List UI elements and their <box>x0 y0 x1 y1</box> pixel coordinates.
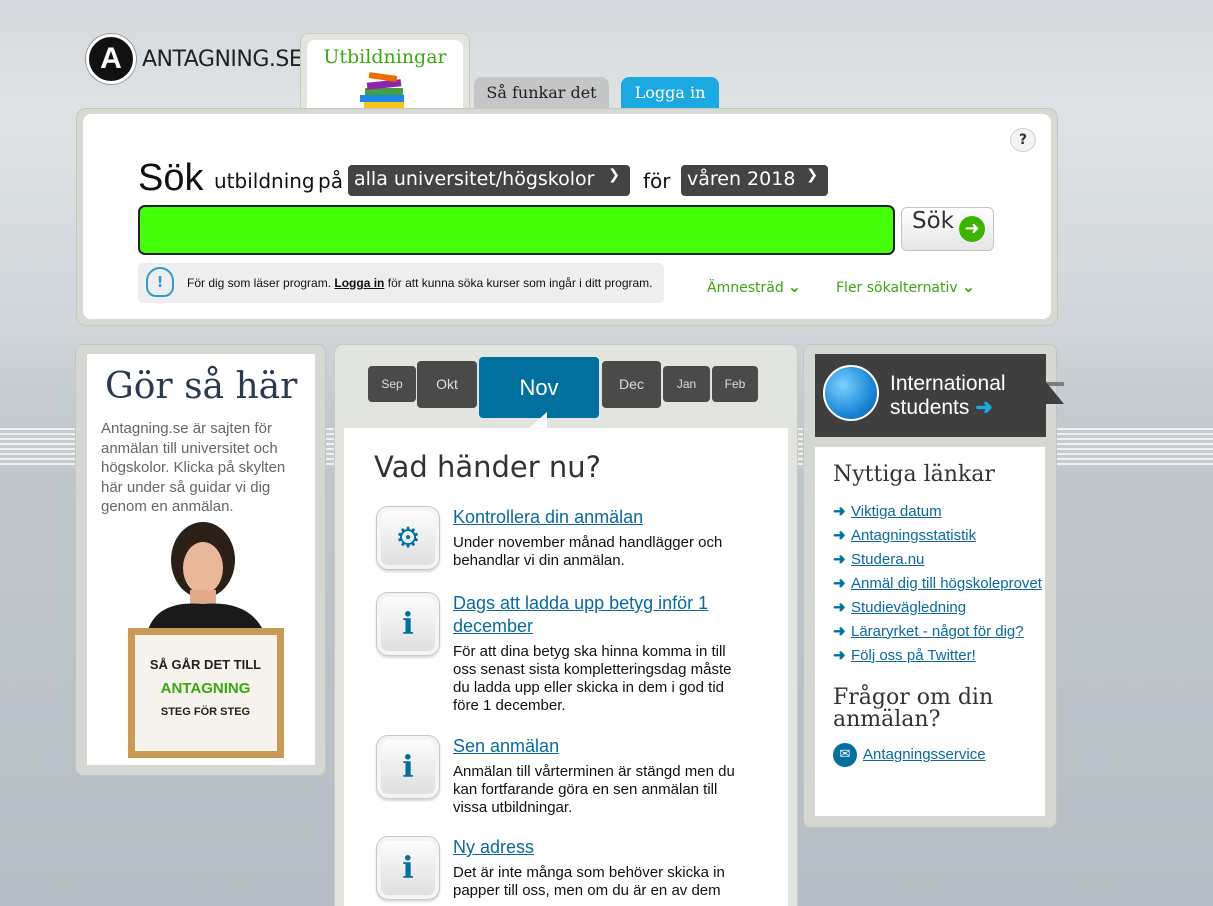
more-options-toggle[interactable]: Fler sökalternativ ⌄ <box>836 277 975 296</box>
chevron-down-icon: ❯ <box>806 167 818 183</box>
chevron-down-icon: ⌄ <box>787 277 802 296</box>
tab-utbildningar-inner: Utbildningar <box>307 40 463 124</box>
chevron-down-icon: ❯ <box>608 167 620 183</box>
term-select-value: våren 2018 <box>687 168 796 190</box>
event-description: Det är inte många som behöver skicka in … <box>453 864 725 899</box>
search-word-for: för <box>643 169 671 193</box>
question-icon[interactable]: ? <box>1010 128 1036 152</box>
event-description: För att dina betyg ska hinna komma in ti… <box>453 643 732 714</box>
month-tab-sep[interactable]: Sep <box>368 366 416 402</box>
event-title-link[interactable]: Sen anmälan <box>453 735 753 758</box>
intl-line-2-wrap: students ➜ <box>890 396 1006 420</box>
event-title-link[interactable]: Ny adress <box>453 836 753 859</box>
list-item: ➜ Studievägledning <box>833 595 1042 619</box>
arrow-right-icon: ➜ <box>833 575 846 592</box>
link-antagningsstatistik[interactable]: Antagningsstatistik <box>851 527 976 544</box>
month-tab-jan[interactable]: Jan <box>663 366 710 402</box>
selected-month-pointer <box>527 412 547 430</box>
logo-mark: A <box>86 34 136 84</box>
link-twitter[interactable]: Följ oss på Twitter! <box>851 647 976 664</box>
list-item: ➜ Viktiga datum <box>833 499 1042 523</box>
program-info-text: För dig som läser program. Logga in för … <box>187 276 653 290</box>
list-item: ➜ Studera.nu <box>833 547 1042 571</box>
search-heading: Sök <box>138 157 204 199</box>
tab-utbildningar-label: Utbildningar <box>323 46 447 68</box>
program-info-box: ! För dig som läser program. Logga in fö… <box>138 263 664 303</box>
info-text-after: för att kunna söka kurser som ingår i di… <box>387 276 653 290</box>
month-tab-dec[interactable]: Dec <box>602 361 661 408</box>
intl-line-1: International <box>890 372 1006 395</box>
info-text-before: För dig som läser program. <box>187 276 332 290</box>
arrow-right-icon: ➜ <box>833 623 846 640</box>
intl-line-2: students <box>890 396 970 419</box>
info-login-link[interactable]: Logga in <box>334 276 384 290</box>
list-item: ➜ Antagningsstatistik <box>833 523 1042 547</box>
arrow-right-icon: ➜ <box>833 599 846 616</box>
globe-icon <box>823 365 879 421</box>
gears-icon: ⚙ <box>376 506 440 570</box>
term-select[interactable]: våren 2018 ❯ <box>681 165 828 196</box>
arrow-right-icon: ➜ <box>833 647 846 664</box>
link-lararyrket[interactable]: Läraryrket - något för dig? <box>851 623 1024 640</box>
useful-links-list: ➜ Viktiga datum ➜ Antagningsstatistik ➜ Stu… <box>833 499 1042 667</box>
info-icon: i <box>376 592 440 656</box>
event-description: Anmälan till vårterminen är stängd men d… <box>453 763 735 816</box>
banner-fold-shadow <box>1046 382 1064 404</box>
arrow-right-icon: ➜ <box>833 551 846 568</box>
search-button[interactable]: Sök ➜ <box>901 207 994 251</box>
search-button-label: Sök <box>912 208 954 234</box>
person-holding-sign-icon <box>128 522 284 758</box>
link-studera-nu[interactable]: Studera.nu <box>851 551 924 568</box>
antagningsservice-link[interactable]: Antagningsservice <box>863 746 986 763</box>
international-students-banner[interactable]: International students ➜ <box>815 354 1046 437</box>
event-title-link[interactable]: Kontrollera din anmälan <box>453 506 753 529</box>
site-logo[interactable]: A ANTAGNING.SE <box>86 34 303 84</box>
chevron-down-icon: ⌄ <box>961 277 976 296</box>
arrow-right-icon: ➜ <box>833 527 846 544</box>
link-viktiga-datum[interactable]: Viktiga datum <box>851 503 942 520</box>
search-word-utbildning: utbildning <box>214 169 315 193</box>
questions-title: Frågor om din anmälan? <box>833 685 994 732</box>
sign-line-2: ANTAGNING <box>160 680 251 697</box>
how-to-text: Antagning.se är sajten för anmälan till … <box>101 420 286 515</box>
search-input[interactable] <box>138 205 895 255</box>
arrow-right-icon: ➜ <box>833 503 846 520</box>
link-studievagledning[interactable]: Studievägledning <box>851 599 966 616</box>
arrow-right-icon: ➜ <box>959 216 985 242</box>
university-select-value: alla universitet/högskolor <box>354 168 595 190</box>
month-tab-okt[interactable]: Okt <box>417 361 477 408</box>
international-students-text: International students ➜ <box>890 372 1006 420</box>
tab-utbildningar[interactable]: Utbildningar <box>300 33 470 124</box>
useful-links-title: Nyttiga länkar <box>833 462 995 487</box>
event-description: Under november månad handlägger och beha… <box>453 534 723 569</box>
info-icon: i <box>376 836 440 900</box>
link-hogskoleprovet[interactable]: Anmäl dig till högskoleprovet <box>851 575 1042 592</box>
logo-text: ANTAGNING.SE <box>142 46 303 72</box>
events-title: Vad händer nu? <box>374 450 602 484</box>
amnestrad-label: Ämnesträd <box>707 280 784 296</box>
search-word-pa: på <box>318 169 343 193</box>
sign-line-1: SÅ GÅR DET TILL <box>149 657 262 672</box>
how-to-title: Gör så här <box>105 366 298 407</box>
lightbulb-icon: ! <box>146 267 174 297</box>
info-icon: i <box>376 735 440 799</box>
event-title-link[interactable]: Dags att ladda upp betyg inför 1 decembe… <box>453 592 753 638</box>
month-tab-feb[interactable]: Feb <box>712 366 758 402</box>
mail-icon: ✉ <box>833 743 857 767</box>
arrow-right-icon: ➜ <box>975 396 993 419</box>
guide-sign-image[interactable]: SÅ GÅR DET TILL ANTAGNING STEG FÖR STEG <box>118 520 293 765</box>
month-tab-nov[interactable]: Nov <box>479 357 599 418</box>
sign-line-3: STEG FÖR STEG <box>160 706 251 718</box>
list-item: ➜ Anmäl dig till högskoleprovet <box>833 571 1042 595</box>
list-item: ➜ Läraryrket - något för dig? <box>833 619 1042 643</box>
more-options-label: Fler sökalternativ <box>836 280 958 296</box>
amnestrad-toggle[interactable]: Ämnesträd ⌄ <box>707 277 801 296</box>
university-select[interactable]: alla universitet/högskolor ❯ <box>348 165 630 196</box>
list-item: ➜ Följ oss på Twitter! <box>833 643 1042 667</box>
